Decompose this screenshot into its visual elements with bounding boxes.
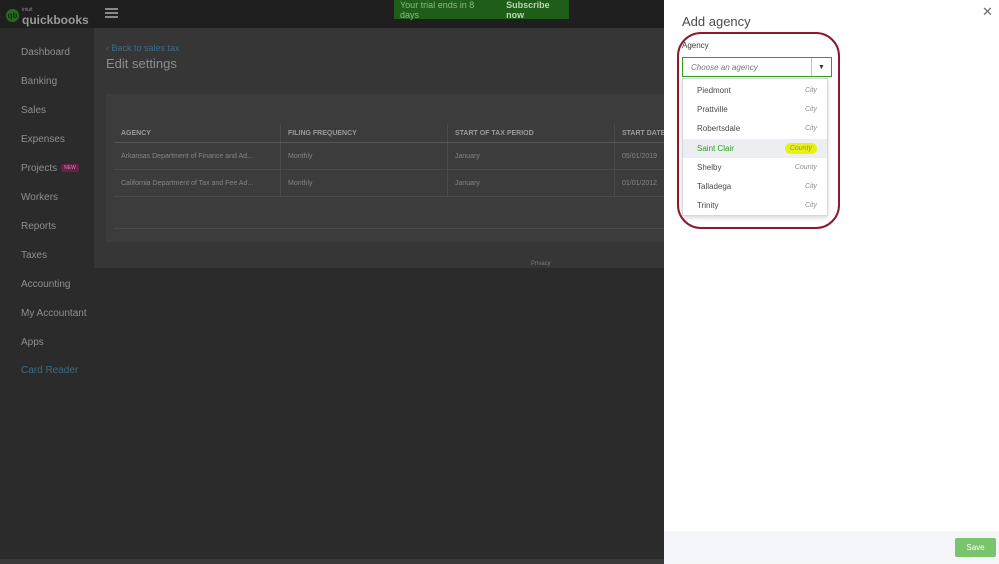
option-type: City [804, 183, 817, 190]
column-header-agency: AGENCY [114, 124, 281, 142]
dropdown-option[interactable]: Prattville City [683, 100, 827, 119]
dropdown-option[interactable]: Robertsdale City [683, 119, 827, 138]
sidebar-item-expenses[interactable]: Expenses [21, 134, 65, 145]
sidebar-item-projects-label: Projects [21, 163, 58, 174]
main-content: ‹ Back to sales tax Edit settings AGENCY… [94, 28, 684, 564]
logo-name-text: quickbooks [22, 13, 89, 27]
dropdown-option[interactable]: Shelby County [683, 158, 827, 177]
save-button[interactable]: Save [955, 538, 996, 557]
dropdown-option[interactable]: Piedmont City [683, 81, 827, 100]
add-agency-drawer: Add agency ✕ Agency ▼ Piedmont City Prat… [664, 0, 999, 564]
agency-dropdown-list: Piedmont City Prattville City Robertsdal… [682, 78, 828, 216]
sidebar-item-taxes[interactable]: Taxes [21, 250, 47, 261]
option-type: City [804, 202, 817, 209]
sidebar-item-card-reader[interactable]: Card Reader [21, 365, 78, 376]
close-icon[interactable]: ✕ [982, 4, 993, 20]
sidebar: Dashboard Banking Sales Expenses Project… [0, 28, 94, 564]
sidebar-item-my-accountant[interactable]: My Accountant [21, 308, 87, 319]
sidebar-item-reports[interactable]: Reports [21, 221, 56, 232]
option-type: City [804, 106, 817, 113]
sidebar-item-accounting[interactable]: Accounting [21, 279, 70, 290]
privacy-link[interactable]: Privacy [531, 261, 551, 267]
page-title: Edit settings [106, 56, 177, 71]
quickbooks-logo[interactable]: qb intuit quickbooks [6, 5, 89, 27]
column-header-filing-frequency: FILING FREQUENCY [281, 124, 448, 142]
trial-banner: Your trial ends in 8 days Subscribe now [394, 0, 569, 20]
table-footer [114, 197, 684, 229]
agency-select[interactable]: ▼ [682, 57, 832, 77]
agency-field-label: Agency [682, 41, 709, 50]
chevron-down-icon[interactable]: ▼ [811, 58, 831, 76]
table-row[interactable]: California Department of Tax and Fee Ad.… [114, 170, 684, 197]
option-name: Prattville [697, 105, 728, 114]
agency-search-input[interactable] [683, 58, 811, 76]
option-name: Talladega [697, 182, 732, 191]
agency-settings-card: AGENCY FILING FREQUENCY START OF TAX PER… [106, 94, 684, 242]
cell-filing-frequency: Monthly [281, 143, 448, 169]
cell-start-of-tax-period: January [448, 143, 615, 169]
option-name: Robertsdale [697, 124, 741, 133]
column-header-start-of-tax-period: START OF TAX PERIOD [448, 124, 615, 142]
back-to-sales-tax-link[interactable]: ‹ Back to sales tax [106, 43, 180, 53]
drawer-title: Add agency [682, 14, 751, 29]
cell-agency: Arkansas Department of Finance and Ad... [114, 143, 281, 169]
option-type: City [804, 125, 817, 132]
sidebar-item-projects[interactable]: Projects NEW [21, 163, 79, 174]
table-header: AGENCY FILING FREQUENCY START OF TAX PER… [114, 124, 684, 143]
agency-table: AGENCY FILING FREQUENCY START OF TAX PER… [114, 124, 684, 229]
drawer-footer: Save [664, 531, 999, 564]
dropdown-option[interactable]: Trinity City [683, 196, 827, 215]
sidebar-item-banking[interactable]: Banking [21, 76, 57, 87]
dropdown-option[interactable]: Talladega City [683, 177, 827, 196]
cell-agency: California Department of Tax and Fee Ad.… [114, 170, 281, 196]
main-lower-area [94, 268, 664, 564]
option-name: Trinity [697, 201, 719, 210]
option-type: County [794, 164, 817, 171]
sidebar-item-workers[interactable]: Workers [21, 192, 58, 203]
option-type: County [784, 143, 817, 154]
sidebar-item-dashboard[interactable]: Dashboard [21, 47, 70, 58]
option-name: Piedmont [697, 86, 731, 95]
table-row[interactable]: Arkansas Department of Finance and Ad...… [114, 143, 684, 170]
new-badge: NEW [61, 164, 79, 173]
bottom-tab-strip [0, 559, 664, 564]
sidebar-item-apps[interactable]: Apps [21, 337, 44, 348]
quickbooks-logo-icon: qb [6, 8, 19, 22]
option-name: Saint Clair [697, 144, 734, 153]
dropdown-option-selected[interactable]: Saint Clair County [683, 139, 827, 158]
top-bar: qb intuit quickbooks Your trial ends in … [0, 0, 664, 28]
trial-text: Your trial ends in 8 days [400, 0, 475, 20]
subscribe-now-link[interactable]: Subscribe now [506, 0, 569, 20]
back-link-label: Back to sales tax [111, 43, 180, 53]
option-type: City [804, 87, 817, 94]
sidebar-item-sales[interactable]: Sales [21, 105, 46, 116]
option-name: Shelby [697, 163, 722, 172]
hamburger-menu-icon[interactable] [105, 8, 118, 18]
cell-filing-frequency: Monthly [281, 170, 448, 196]
cell-start-of-tax-period: January [448, 170, 615, 196]
